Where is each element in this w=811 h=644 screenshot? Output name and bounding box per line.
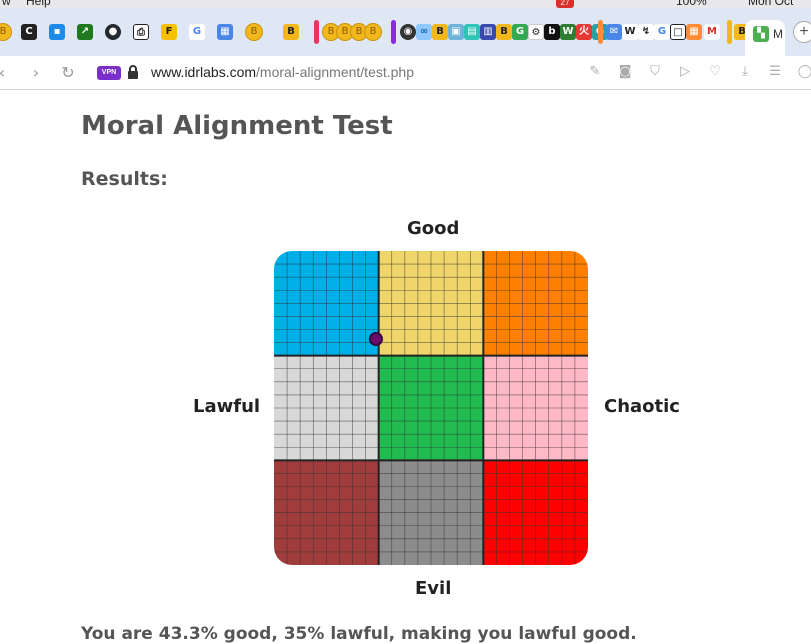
vpn-badge-icon[interactable]: VPN bbox=[97, 66, 121, 80]
os-menu-bar: w Help 27 100% Mon Oct bbox=[0, 0, 811, 8]
menu-item-window[interactable]: w bbox=[2, 0, 11, 8]
page-content: Moral Alignment Test Results: Good Evil … bbox=[0, 91, 811, 644]
edit-icon[interactable]: ✎ bbox=[587, 64, 603, 80]
active-tab-title: M bbox=[773, 27, 783, 41]
w-tab-icon[interactable]: W bbox=[560, 24, 576, 40]
menu-list-icon[interactable]: ☰ bbox=[767, 64, 783, 80]
app-tab-icon[interactable]: ⚙ bbox=[528, 24, 544, 40]
gmail-tab-icon[interactable]: M bbox=[704, 24, 720, 40]
github-tab-icon[interactable]: ● bbox=[105, 24, 121, 40]
alignment-chart bbox=[274, 251, 588, 565]
link-tab-icon[interactable]: ∞ bbox=[416, 24, 432, 40]
app-tab-icon[interactable]: W bbox=[622, 24, 638, 40]
news-tab-icon[interactable]: 火 bbox=[576, 24, 592, 40]
profile-icon[interactable]: ◯ bbox=[797, 64, 811, 80]
address-bar-url[interactable]: www.idrlabs.com/moral-alignment/test.php bbox=[151, 64, 414, 80]
coin-tab-icon[interactable]: B bbox=[245, 23, 263, 41]
heart-icon[interactable]: ♡ bbox=[707, 64, 723, 80]
axis-label-good: Good bbox=[407, 218, 460, 239]
app-tab-icon[interactable]: ↯ bbox=[638, 24, 654, 40]
tab-group-red-marker[interactable] bbox=[314, 20, 319, 44]
notification-badge[interactable]: 27 bbox=[556, 0, 574, 8]
chat-tab-icon[interactable]: ▪ bbox=[49, 24, 65, 40]
active-tab[interactable]: ▚ M bbox=[745, 20, 785, 56]
globe-tab-icon[interactable]: ◉ bbox=[400, 24, 416, 40]
tab-group-purple-marker[interactable] bbox=[391, 20, 396, 44]
mail-tab-icon[interactable]: ✉ bbox=[606, 24, 622, 40]
bitcoin-tab-icon[interactable]: B bbox=[0, 23, 12, 41]
app-tab-icon[interactable]: ▥ bbox=[480, 24, 496, 40]
play-icon[interactable]: ▷ bbox=[677, 64, 693, 80]
exchange-tab-icon[interactable]: B bbox=[283, 24, 299, 40]
page-title: Moral Alignment Test bbox=[81, 111, 393, 141]
menu-clock[interactable]: Mon Oct bbox=[748, 0, 793, 8]
f-tab-icon[interactable]: F bbox=[161, 24, 177, 40]
app-tab-icon[interactable]: ▣ bbox=[448, 24, 464, 40]
exchange-tab-icon[interactable]: B bbox=[496, 24, 512, 40]
axis-label-chaotic: Chaotic bbox=[604, 396, 680, 417]
reload-icon[interactable]: ↻ bbox=[58, 63, 78, 83]
battery-status[interactable]: 100% bbox=[676, 0, 707, 8]
back-arrow-icon[interactable]: ‹ bbox=[0, 63, 12, 83]
tab-group-orange-marker[interactable] bbox=[598, 20, 603, 44]
idrlabs-tab-icon: ▚ bbox=[753, 26, 769, 42]
camera-icon[interactable]: ◙ bbox=[617, 64, 633, 80]
coin-tab-icon[interactable]: B bbox=[364, 23, 382, 41]
result-marker bbox=[369, 332, 383, 346]
google-tab-icon[interactable]: G bbox=[654, 24, 670, 40]
doc-tab-icon[interactable]: □ bbox=[670, 24, 686, 40]
exchange-tab-icon[interactable]: B bbox=[432, 24, 448, 40]
printer-tab-icon[interactable]: ⎙ bbox=[133, 24, 149, 40]
app-tab-icon[interactable]: ▤ bbox=[464, 24, 480, 40]
menu-item-help[interactable]: Help bbox=[26, 0, 51, 8]
new-tab-button[interactable]: + bbox=[793, 21, 811, 43]
shield-icon[interactable]: ⛉ bbox=[647, 64, 663, 80]
results-heading: Results: bbox=[81, 168, 168, 190]
lock-icon[interactable] bbox=[128, 65, 138, 79]
tab-group-yellow-marker[interactable] bbox=[727, 20, 732, 44]
download-icon[interactable]: ⤓ bbox=[737, 64, 753, 80]
axis-label-evil: Evil bbox=[415, 578, 452, 599]
result-summary: You are 43.3% good, 35% lawful, making y… bbox=[81, 624, 637, 644]
axis-label-lawful: Lawful bbox=[193, 396, 261, 417]
google-tab-icon[interactable]: G bbox=[189, 24, 205, 40]
coinmarket-tab-icon[interactable]: C bbox=[21, 24, 37, 40]
forward-arrow-icon[interactable]: › bbox=[26, 63, 46, 83]
tab-strip: B C ▪ ↗ ● ⎙ F G ▦ B B B B B B ◉ ∞ B ▣ ▤ … bbox=[0, 8, 811, 56]
app-tab-icon[interactable]: ▦ bbox=[686, 24, 702, 40]
browser-toolbar: ‹ › ↻ VPN www.idrlabs.com/moral-alignmen… bbox=[0, 56, 811, 90]
alignment-grid bbox=[274, 251, 588, 565]
url-path: /moral-alignment/test.php bbox=[256, 64, 414, 80]
url-domain: www.idrlabs.com bbox=[151, 64, 257, 80]
b-tab-icon[interactable]: b bbox=[544, 24, 560, 40]
chart-tab-icon[interactable]: ↗ bbox=[77, 24, 93, 40]
sheets-tab-icon[interactable]: G bbox=[512, 24, 528, 40]
calendar-tab-icon[interactable]: ▦ bbox=[217, 24, 233, 40]
